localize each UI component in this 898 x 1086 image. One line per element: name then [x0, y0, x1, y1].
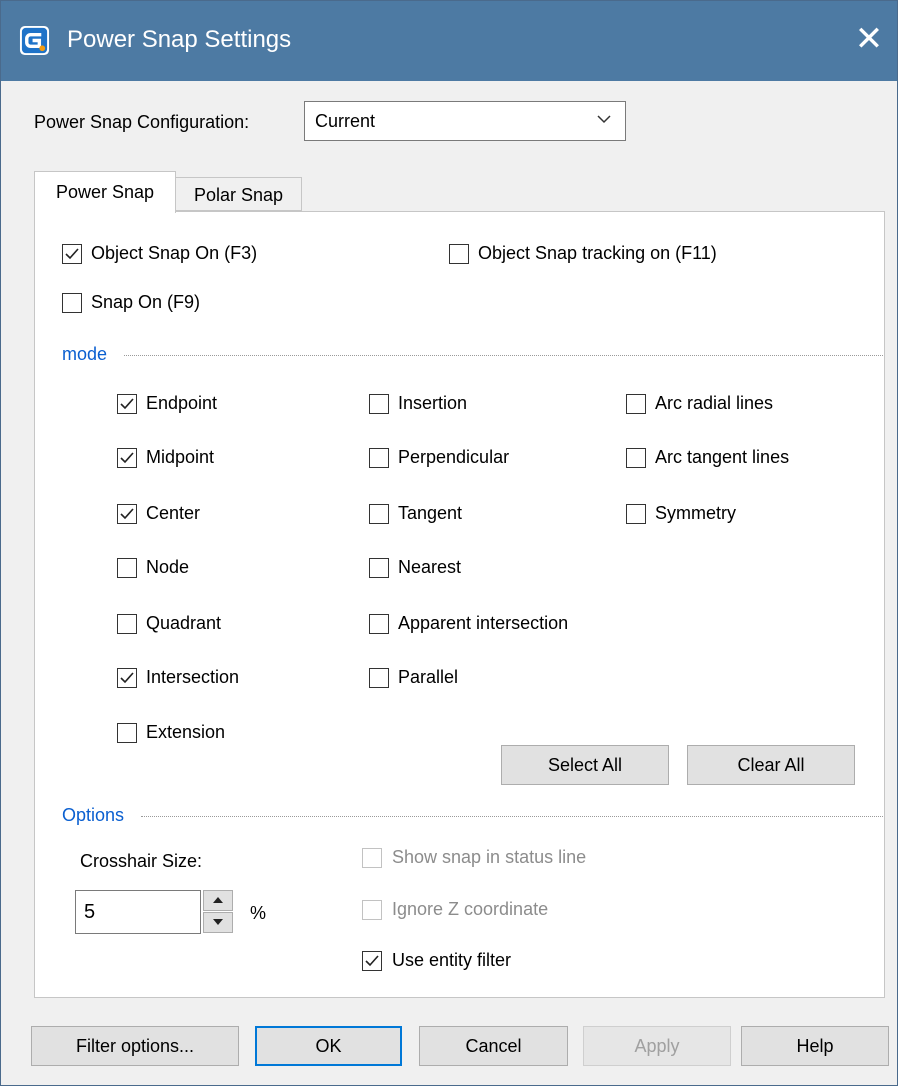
object-snap-on-checkbox[interactable] [62, 244, 82, 264]
show-snap-status-checkbox[interactable] [362, 848, 382, 868]
center-checkbox[interactable] [117, 504, 137, 524]
symmetry-label: Symmetry [655, 503, 736, 523]
perpendicular-checkbox[interactable] [369, 448, 389, 468]
use-entity-filter-checkbox[interactable] [362, 951, 382, 971]
intersection-checkbox[interactable] [117, 668, 137, 688]
insertion-label: Insertion [398, 393, 468, 413]
midpoint-checkbox[interactable] [117, 448, 137, 468]
node-checkbox[interactable] [117, 558, 137, 578]
arrow-up-icon [213, 897, 223, 903]
checkmark-icon [120, 672, 134, 684]
object-snap-tracking-checkbox[interactable] [449, 244, 469, 264]
arc-tangent-lines-label: Arc tangent lines [655, 447, 790, 467]
crosshair-size-label: Crosshair Size: [80, 851, 203, 871]
node-label: Node [146, 557, 190, 577]
center-label: Center [146, 503, 201, 523]
checkmark-icon [120, 508, 134, 520]
apparent-intersection-label: Apparent intersection [398, 613, 569, 633]
config-label: Power Snap Configuration: [34, 112, 250, 132]
select-all-button[interactable]: Select All [501, 745, 669, 785]
chevron-down-icon [597, 115, 611, 124]
tangent-label: Tangent [398, 503, 463, 523]
ignore-z-checkbox[interactable] [362, 900, 382, 920]
apply-button[interactable]: Apply [583, 1026, 731, 1066]
midpoint-label: Midpoint [146, 447, 215, 467]
crosshair-decrease-button[interactable] [203, 912, 233, 933]
ok-button[interactable]: OK [255, 1026, 402, 1066]
config-value: Current [315, 111, 376, 131]
apparent-intersection-checkbox[interactable] [369, 614, 389, 634]
crosshair-size-input[interactable]: 5 [75, 890, 201, 934]
filter-options-button[interactable]: Filter options... [31, 1026, 239, 1066]
show-snap-status-label: Show snap in status line [392, 847, 587, 867]
ignore-z-label: Ignore Z coordinate [392, 899, 549, 919]
help-button[interactable]: Help [741, 1026, 889, 1066]
config-dropdown[interactable]: Current [304, 101, 626, 141]
endpoint-label: Endpoint [146, 393, 218, 413]
clear-all-button[interactable]: Clear All [687, 745, 855, 785]
symmetry-checkbox[interactable] [626, 504, 646, 524]
checkmark-icon [365, 955, 379, 967]
crosshair-increase-button[interactable] [203, 890, 233, 911]
arc-radial-lines-label: Arc radial lines [655, 393, 774, 413]
quadrant-checkbox[interactable] [117, 614, 137, 634]
perpendicular-label: Perpendicular [398, 447, 510, 467]
title-bar[interactable]: Power Snap Settings ✕ [1, 1, 897, 81]
use-entity-filter-label: Use entity filter [392, 950, 512, 970]
nearest-checkbox[interactable] [369, 558, 389, 578]
object-snap-tracking-label: Object Snap tracking on (F11) [478, 243, 717, 263]
close-icon[interactable]: ✕ [851, 19, 887, 59]
endpoint-checkbox[interactable] [117, 394, 137, 414]
mode-divider [124, 355, 883, 356]
arc-radial-lines-checkbox[interactable] [626, 394, 646, 414]
extension-label: Extension [146, 722, 226, 742]
extension-checkbox[interactable] [117, 723, 137, 743]
arc-tangent-lines-checkbox[interactable] [626, 448, 646, 468]
parallel-checkbox[interactable] [369, 668, 389, 688]
tab-polar-snap[interactable]: Polar Snap [176, 177, 302, 211]
checkmark-icon [120, 398, 134, 410]
mode-heading: mode [62, 344, 108, 364]
nearest-label: Nearest [398, 557, 462, 577]
insertion-checkbox[interactable] [369, 394, 389, 414]
checkmark-icon [120, 452, 134, 464]
intersection-label: Intersection [146, 667, 240, 687]
power-snap-panel [34, 211, 885, 998]
snap-on-label: Snap On (F9) [91, 292, 201, 312]
window-title: Power Snap Settings [67, 26, 292, 53]
tab-power-snap[interactable]: Power Snap [34, 171, 176, 213]
quadrant-label: Quadrant [146, 613, 222, 633]
arrow-down-icon [213, 919, 223, 925]
parallel-label: Parallel [398, 667, 459, 687]
options-heading: Options [62, 805, 125, 825]
power-snap-settings-dialog: Power Snap Settings ✕ Power Snap Configu… [0, 0, 898, 1086]
snap-on-checkbox[interactable] [62, 293, 82, 313]
object-snap-on-label: Object Snap On (F3) [91, 243, 258, 263]
tangent-checkbox[interactable] [369, 504, 389, 524]
cancel-button[interactable]: Cancel [419, 1026, 568, 1066]
crosshair-unit: % [250, 903, 267, 923]
checkmark-icon [65, 248, 79, 260]
app-icon [19, 25, 50, 56]
options-divider [141, 816, 883, 817]
crosshair-size-value: 5 [84, 901, 96, 923]
